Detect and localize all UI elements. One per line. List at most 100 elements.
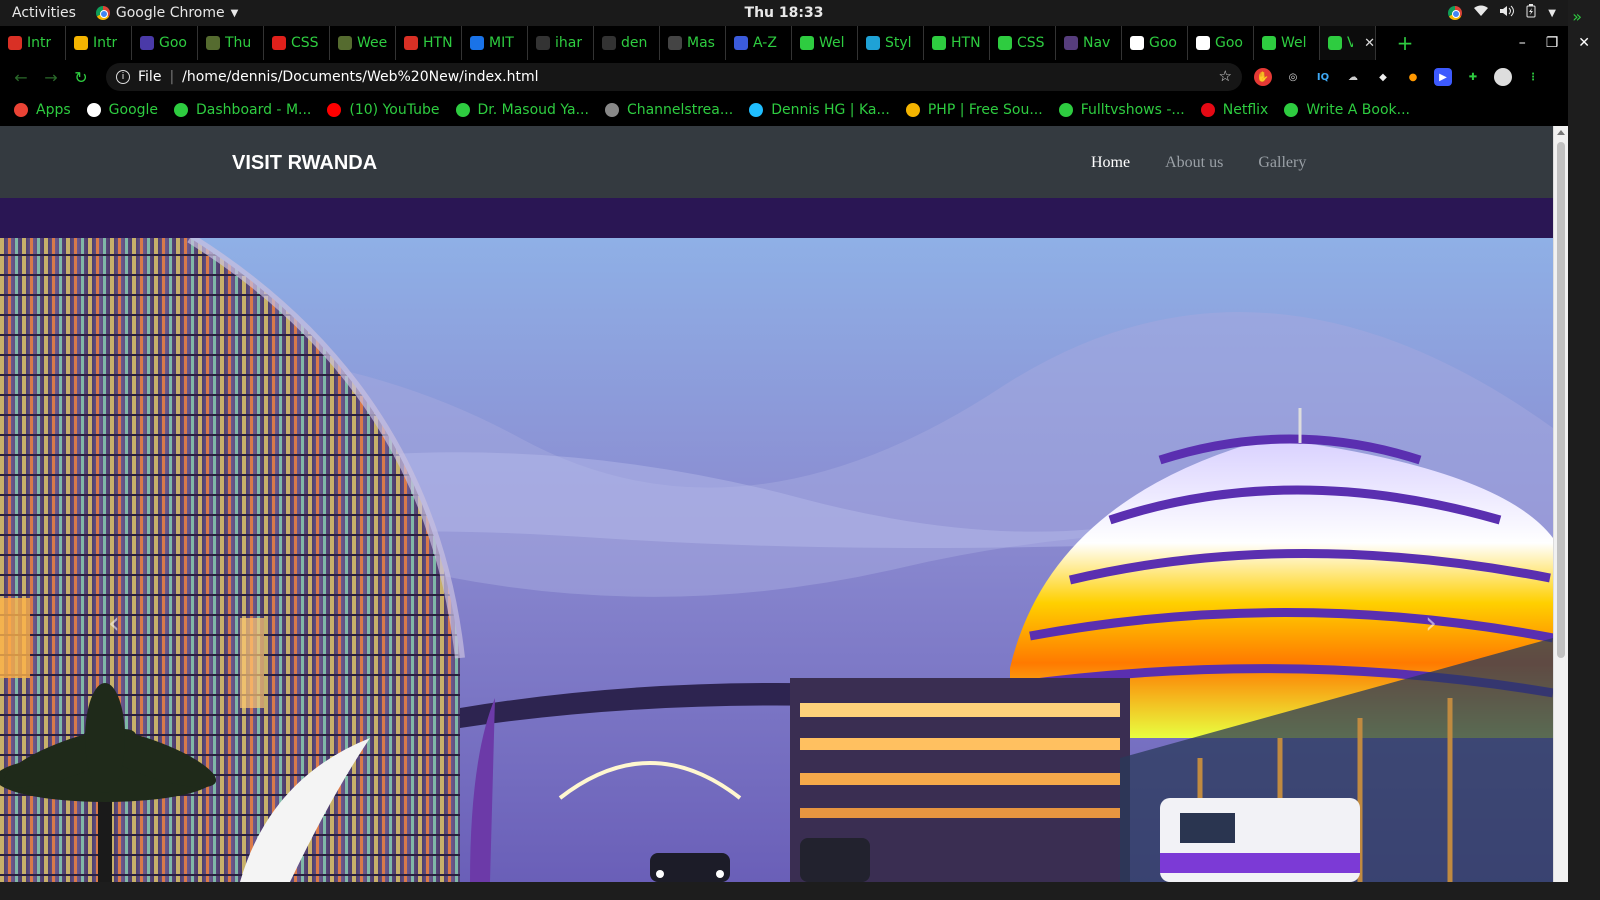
url-text[interactable]: /home/dennis/Documents/Web%20New/index.h… bbox=[182, 69, 538, 85]
info-icon bbox=[734, 36, 748, 50]
tab[interactable]: ihar bbox=[528, 26, 594, 60]
tab[interactable]: A-Z bbox=[726, 26, 792, 60]
site-info-icon[interactable]: i bbox=[116, 70, 130, 84]
tab[interactable]: Nav bbox=[1056, 26, 1122, 60]
system-tray[interactable]: ▼ bbox=[1448, 0, 1556, 26]
bookmark-item[interactable]: Apps bbox=[14, 102, 71, 118]
tab[interactable]: Mas bbox=[660, 26, 726, 60]
w3-icon bbox=[932, 36, 946, 50]
tab[interactable]: Styl bbox=[858, 26, 924, 60]
reload-icon[interactable]: ↻ bbox=[66, 68, 96, 87]
purple-band bbox=[0, 198, 1553, 238]
bookmark-item[interactable]: (10) YouTube bbox=[327, 102, 440, 118]
page-scrollbar[interactable] bbox=[1553, 126, 1568, 882]
opera-icon bbox=[272, 36, 286, 50]
kaggle-icon bbox=[749, 103, 764, 117]
tab[interactable]: CSS bbox=[264, 26, 330, 60]
tab[interactable]: CSS bbox=[990, 26, 1056, 60]
tab[interactable]: Goo bbox=[1188, 26, 1254, 60]
wifi-icon[interactable] bbox=[1474, 5, 1489, 21]
tab[interactable]: HTN bbox=[396, 26, 462, 60]
tab-label: Mas bbox=[687, 35, 715, 51]
cloud-extension-icon[interactable]: ☁ bbox=[1344, 68, 1362, 86]
tab[interactable]: Wel bbox=[1254, 26, 1320, 60]
iq-extension-icon[interactable]: IQ bbox=[1314, 68, 1332, 86]
activities-button[interactable]: Activities bbox=[12, 5, 76, 21]
volume-icon[interactable] bbox=[1500, 5, 1515, 21]
bookmark-item[interactable]: Dashboard - M... bbox=[174, 102, 311, 118]
site-brand[interactable]: VISIT RWANDA bbox=[232, 152, 377, 175]
tab[interactable]: V✕ bbox=[1320, 26, 1376, 60]
bookmark-item[interactable]: PHP | Free Sou... bbox=[905, 102, 1043, 118]
tab[interactable]: Goo bbox=[132, 26, 198, 60]
puzzle-icon bbox=[866, 36, 880, 50]
nav-link-about-us[interactable]: About us bbox=[1165, 154, 1223, 172]
kebab-menu-icon[interactable]: ⋮ bbox=[1524, 68, 1542, 86]
site-nav-links: Home About us Gallery bbox=[1091, 154, 1306, 172]
plant-icon bbox=[338, 36, 352, 50]
hero-carousel[interactable]: ‹ › bbox=[0, 238, 1553, 882]
bookmark-item[interactable]: Write A Book... bbox=[1284, 102, 1410, 118]
carousel-next-icon[interactable]: › bbox=[1425, 606, 1437, 641]
tab-label: Wel bbox=[819, 35, 845, 51]
tab[interactable]: Wee bbox=[330, 26, 396, 60]
tab-strip: Intr Intr Goo Thu CSS Wee HTN MIT ihar den Mas A-Z W… bbox=[0, 26, 1568, 60]
bookmark-star-icon[interactable]: ☆ bbox=[1219, 67, 1232, 85]
tab[interactable]: den bbox=[594, 26, 660, 60]
calendar-icon bbox=[140, 36, 154, 50]
bookmark-label: Channelstrea... bbox=[626, 102, 734, 118]
nav-link-home[interactable]: Home bbox=[1091, 154, 1130, 172]
bookmark-item[interactable]: Dr. Masoud Ya... bbox=[455, 102, 589, 118]
tab[interactable]: Goo bbox=[1122, 26, 1188, 60]
minimize-icon[interactable]: – bbox=[1519, 35, 1526, 51]
new-tab-icon[interactable]: + bbox=[1390, 31, 1420, 55]
tab[interactable]: HTN bbox=[924, 26, 990, 60]
close-window-icon[interactable]: ✕ bbox=[1578, 35, 1590, 51]
bulb-extension-icon[interactable]: ● bbox=[1404, 68, 1422, 86]
puzzle-extension-icon[interactable]: ✚ bbox=[1464, 68, 1482, 86]
carousel-prev-icon[interactable]: ‹ bbox=[108, 606, 120, 641]
google-icon bbox=[86, 103, 101, 117]
bookmark-label: Fulltvshows -... bbox=[1080, 102, 1185, 118]
scroll-up-icon[interactable] bbox=[1557, 130, 1565, 135]
tab[interactable]: Thu bbox=[198, 26, 264, 60]
maximize-icon[interactable]: ❐ bbox=[1546, 35, 1559, 51]
bookmark-label: (10) YouTube bbox=[349, 102, 440, 118]
address-bar[interactable]: i File | /home/dennis/Documents/Web%20Ne… bbox=[106, 63, 1242, 91]
close-tab-icon[interactable]: ✕ bbox=[1364, 36, 1375, 51]
battery-icon[interactable] bbox=[1526, 4, 1536, 22]
bookmark-item[interactable]: Netflix bbox=[1200, 102, 1269, 118]
nav-link-gallery[interactable]: Gallery bbox=[1258, 154, 1306, 172]
bookmark-item[interactable]: Google bbox=[86, 102, 158, 118]
bookmark-label: Dr. Masoud Ya... bbox=[477, 102, 589, 118]
system-menu-chevron-icon[interactable]: ▼ bbox=[1548, 8, 1556, 19]
adblock-extension-icon[interactable]: ✋ bbox=[1254, 68, 1272, 86]
site-navbar: VISIT RWANDA Home About us Gallery bbox=[0, 126, 1553, 198]
bookmark-label: Dashboard - M... bbox=[196, 102, 312, 118]
bookmark-item[interactable]: Dennis HG | Ka... bbox=[749, 102, 890, 118]
tab-label: ihar bbox=[555, 35, 583, 51]
bookmark-label: Netflix bbox=[1222, 102, 1269, 118]
tab[interactable]: MIT bbox=[462, 26, 528, 60]
tab-label: CSS bbox=[1017, 35, 1045, 51]
bookmark-item[interactable]: Channelstrea... bbox=[604, 102, 734, 118]
cube-extension-icon[interactable]: ◆ bbox=[1374, 68, 1392, 86]
back-arrow-icon[interactable]: ← bbox=[6, 68, 36, 87]
chrome-tray-icon[interactable] bbox=[1448, 6, 1463, 20]
zoom-extension-icon[interactable]: ▶ bbox=[1434, 68, 1452, 86]
tab-label: Goo bbox=[1149, 35, 1177, 51]
tab[interactable]: Intr bbox=[66, 26, 132, 60]
tab[interactable]: Wel bbox=[792, 26, 858, 60]
bookmark-item[interactable]: Fulltvshows -... bbox=[1058, 102, 1185, 118]
extensions-area: ✋ ◎ IQ ☁ ◆ ● ▶ ✚ ⋮ bbox=[1254, 60, 1542, 94]
tab-label: Wee bbox=[357, 35, 388, 51]
scroll-thumb[interactable] bbox=[1557, 142, 1565, 658]
apps-grid-icon bbox=[14, 103, 28, 117]
tab[interactable]: Intr bbox=[0, 26, 66, 60]
incognito-extension-icon[interactable]: ◎ bbox=[1284, 68, 1302, 86]
window-controls: – ❐ ✕ bbox=[1519, 26, 1590, 60]
clock[interactable]: Thu 18:33 bbox=[745, 5, 824, 21]
app-menu[interactable]: Google Chrome ▼ bbox=[95, 5, 238, 21]
forward-arrow-icon[interactable]: → bbox=[36, 68, 66, 87]
avatar[interactable] bbox=[1494, 68, 1512, 86]
